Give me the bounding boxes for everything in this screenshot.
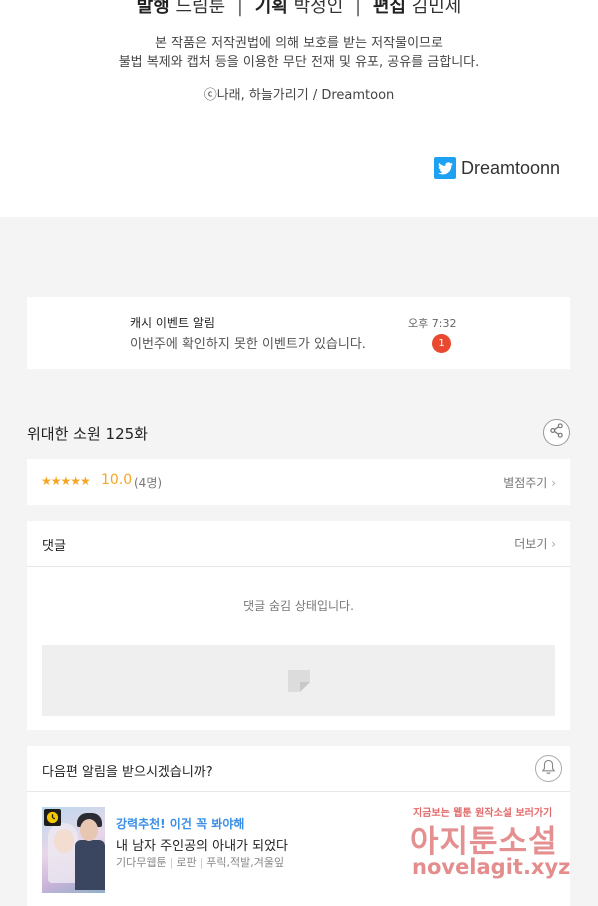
recommendation-thumbnail[interactable] <box>42 807 105 893</box>
comment-placeholder-icon <box>288 670 310 696</box>
edit-value: 김민제 <box>411 0 462 17</box>
chevron-right-icon: › <box>551 476 556 490</box>
credit-line: 발행 드림툰 | 기획 박정인 | 편집 김민제 <box>0 0 598 18</box>
next-alert-question: 다음편 알림을 받으시겠습니까? <box>42 765 213 780</box>
rate-button[interactable]: 별점주기 › <box>503 474 556 491</box>
comments-section: 댓글 더보기 › 댓글 숨김 상태입니다. <box>27 521 570 730</box>
notification-time: 오후 7:32 <box>408 317 457 330</box>
event-notification[interactable]: 캐시 이벤트 알림 이번주에 확인하지 못한 이벤트가 있습니다. 오후 7:3… <box>27 297 570 369</box>
edit-label: 편집 <box>372 0 406 17</box>
plan-label: 기획 <box>254 0 288 17</box>
thumbnail-art <box>75 840 105 890</box>
credit-separator: | <box>236 0 243 17</box>
copyright-notice-line2: 불법 복제와 캡처 등을 이용한 무단 전재 및 유포, 공유를 금합니다. <box>118 55 480 70</box>
comments-hidden-notice: 댓글 숨김 상태입니다. <box>243 599 354 613</box>
rate-button-label: 별점주기 <box>503 476 548 490</box>
copyright-holders: ⓒ나래, 하늘가리기 / Dreamtoon <box>203 88 395 103</box>
bell-icon <box>541 759 556 779</box>
share-button[interactable] <box>543 419 570 446</box>
publish-label: 발행 <box>136 0 170 17</box>
twitter-icon <box>434 157 456 179</box>
recommendation-tag: 푸릭,적발,겨울잎 <box>206 856 285 869</box>
thumbnail-art <box>80 819 98 841</box>
thumbnail-art <box>54 829 74 853</box>
comments-more-label: 더보기 <box>514 537 548 551</box>
comments-header: 댓글 더보기 › <box>27 521 570 567</box>
rating-bar: ★★★★★ 10.0 (4명) 별점주기 › <box>27 459 570 505</box>
divider <box>27 791 570 792</box>
episode-title: 위대한 소원 125화 <box>27 425 148 443</box>
notification-badge: 1 <box>432 334 451 353</box>
rating-score: 10.0 <box>101 472 133 488</box>
recommendation-tag: 로판 <box>176 856 197 869</box>
notification-title: 캐시 이벤트 알림 <box>130 316 215 330</box>
chevron-right-icon: › <box>551 537 556 551</box>
recommendation-tag: 기다무웹툰 <box>116 856 167 869</box>
bell-button[interactable] <box>535 755 562 782</box>
recommendation-tags: 기다무웹툰 | 로판 | 푸릭,적발,겨울잎 <box>116 854 284 870</box>
recommendation-title[interactable]: 내 남자 주인공의 아내가 되었다 <box>116 835 288 854</box>
tag-separator: | <box>169 856 174 869</box>
rating-count: (4명) <box>134 476 163 490</box>
share-icon <box>549 423 564 442</box>
clock-icon <box>44 809 61 826</box>
comments-more-button[interactable]: 더보기 › <box>514 535 556 552</box>
watermark-url: novelagit.xyz <box>412 855 571 879</box>
episode-credits: 발행 드림툰 | 기획 박정인 | 편집 김민제 본 작품은 저작권법에 의해 … <box>0 0 598 217</box>
site-watermark: 지금보는 웹툰 원작소설 보러가기 아지툰소설 novelagit.xyz <box>408 804 583 890</box>
comment-input-box[interactable] <box>42 645 555 716</box>
rating-stars: ★★★★★ <box>41 474 91 488</box>
tag-separator: | <box>199 856 204 869</box>
twitter-handle: Dreamtoonn <box>461 157 561 178</box>
comments-title: 댓글 <box>42 539 66 554</box>
recommendation-label: 강력추천! 이건 꼭 봐야해 <box>116 817 245 831</box>
copyright-notice-line1: 본 작품은 저작권법에 의해 보호를 받는 저작물이므로 <box>155 36 443 51</box>
credit-separator: | <box>355 0 362 17</box>
notification-message: 이번주에 확인하지 못한 이벤트가 있습니다. <box>130 337 366 352</box>
twitter-link[interactable]: Dreamtoonn <box>434 157 560 179</box>
publish-value: 드림툰 <box>175 0 226 17</box>
plan-value: 박정인 <box>293 0 344 17</box>
